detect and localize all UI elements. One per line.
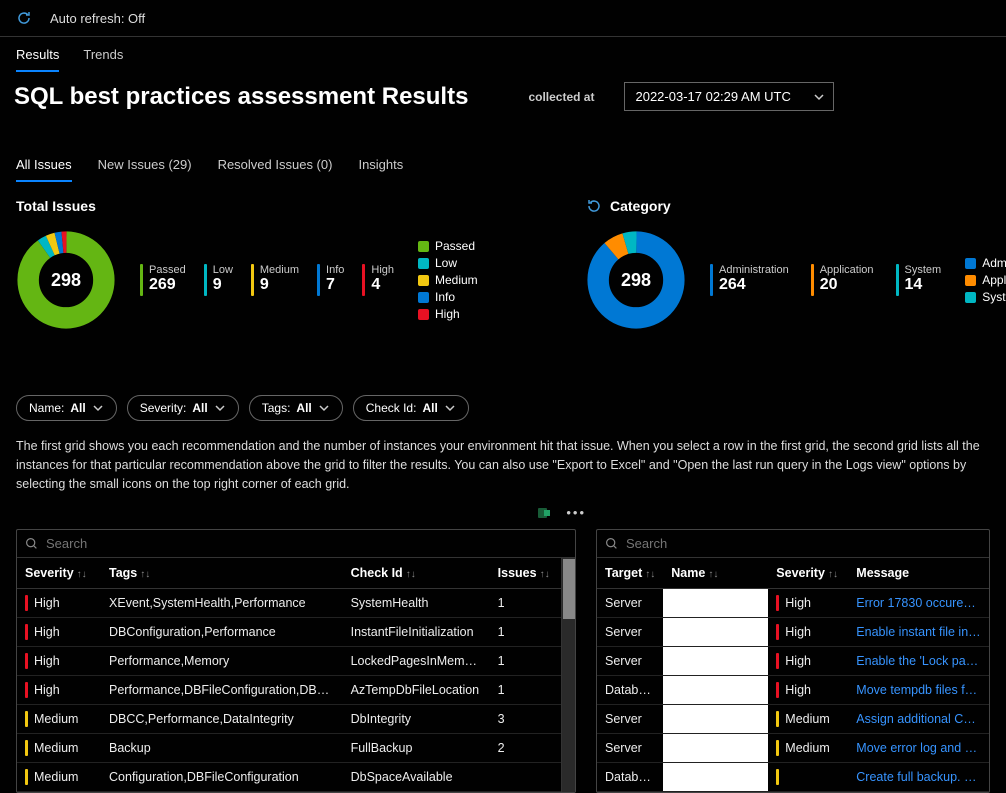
metric-administration: Administration264 (710, 264, 789, 296)
table-row[interactable]: Medium DBCC,Performance,DataIntegrity Db… (17, 705, 561, 734)
table-row[interactable]: Database Create full backup. Last (597, 763, 989, 792)
table-row[interactable]: High Performance,Memory LockedPagesInMem… (17, 647, 561, 676)
chevron-down-icon (318, 402, 330, 414)
col-severity2[interactable]: Severity (776, 566, 825, 580)
table-row[interactable]: Server Medium Move error log and defa (597, 734, 989, 763)
filter-tags[interactable]: Tags: All (249, 395, 343, 421)
subtab-new-issues[interactable]: New Issues (29) (98, 157, 192, 182)
metric-high: High4 (362, 264, 394, 296)
grid1-scrollbar[interactable] (561, 558, 575, 792)
table-row[interactable]: Database High Move tempdb files from (597, 676, 989, 705)
collected-at-label: collected at (528, 90, 594, 104)
tab-results[interactable]: Results (16, 47, 59, 72)
filter-name[interactable]: Name: All (16, 395, 117, 421)
chevron-down-icon (813, 91, 825, 103)
legend-passed: Passed (418, 239, 478, 253)
chevron-down-icon (214, 402, 226, 414)
table-row[interactable]: Server High Error 17830 occured 1 tim (597, 589, 989, 618)
filter-checkid[interactable]: Check Id: All (353, 395, 469, 421)
table-row[interactable]: Server High Enable the 'Lock pages in (597, 647, 989, 676)
refresh-icon[interactable] (16, 10, 32, 26)
metric-medium: Medium9 (251, 264, 299, 296)
category-donut-total: 298 (586, 230, 686, 330)
legend-high: High (418, 307, 478, 321)
table-row[interactable]: High Performance,DBFileConfiguration,DBC… (17, 676, 561, 705)
legend-system: System (965, 290, 1006, 304)
help-text: The first grid shows you each recommenda… (0, 421, 1006, 501)
subtab-resolved-issues[interactable]: Resolved Issues (0) (218, 157, 333, 182)
chevron-down-icon (444, 402, 456, 414)
table-row[interactable]: Medium Configuration,DBFileConfiguration… (17, 763, 561, 792)
col-message[interactable]: Message (856, 566, 909, 580)
category-donut-chart: 298 (586, 230, 686, 330)
export-excel-icon[interactable] (536, 505, 552, 521)
subtab-insights[interactable]: Insights (358, 157, 403, 182)
severity-donut-total: 298 (16, 230, 116, 330)
recommendations-grid: Severity↑↓ Tags↑↓ Check Id↑↓ Issues↑↓ Hi… (16, 529, 576, 793)
table-row[interactable]: Server Medium Assign additional CPUs t (597, 705, 989, 734)
grid1-search-input[interactable] (46, 536, 567, 551)
col-name[interactable]: Name (671, 566, 705, 580)
legend-medium: Medium (418, 273, 478, 287)
search-icon (605, 537, 618, 550)
metric-info: Info7 (317, 264, 344, 296)
col-issues[interactable]: Issues (498, 566, 537, 580)
col-tags[interactable]: Tags (109, 566, 137, 580)
col-target[interactable]: Target (605, 566, 642, 580)
table-row[interactable]: High DBConfiguration,Performance Instant… (17, 618, 561, 647)
legend-applic: Applic (965, 273, 1006, 287)
grid2-search-input[interactable] (626, 536, 981, 551)
page-title: SQL best practices assessment Results (14, 83, 468, 111)
tab-trends[interactable]: Trends (83, 47, 123, 72)
total-issues-heading: Total Issues (16, 198, 566, 214)
instances-grid: Target↑↓ Name↑↓ Severity↑↓ Message Serve… (596, 529, 990, 793)
more-icon[interactable]: ••• (566, 505, 586, 521)
severity-donut-chart: 298 (16, 230, 116, 330)
category-heading: Category (610, 198, 671, 214)
filter-severity[interactable]: Severity: All (127, 395, 239, 421)
metric-low: Low9 (204, 264, 233, 296)
metric-system: System14 (896, 264, 942, 296)
subtab-all-issues[interactable]: All Issues (16, 157, 72, 182)
table-row[interactable]: High XEvent,SystemHealth,Performance Sys… (17, 589, 561, 618)
table-row[interactable]: Medium Backup FullBackup 2 (17, 734, 561, 763)
undo-icon[interactable] (586, 198, 602, 214)
auto-refresh-toggle[interactable]: Auto refresh: Off (50, 11, 145, 26)
col-severity[interactable]: Severity (25, 566, 74, 580)
metric-passed: Passed269 (140, 264, 186, 296)
collected-at-dropdown[interactable]: 2022-03-17 02:29 AM UTC (624, 82, 834, 111)
search-icon (25, 537, 38, 550)
metric-application: Application20 (811, 264, 874, 296)
table-row[interactable]: Server High Enable instant file initiali… (597, 618, 989, 647)
legend-low: Low (418, 256, 478, 270)
collected-at-value: 2022-03-17 02:29 AM UTC (635, 89, 790, 104)
col-checkid[interactable]: Check Id (351, 566, 403, 580)
chevron-down-icon (92, 402, 104, 414)
legend-info: Info (418, 290, 478, 304)
legend-admin: Admin (965, 256, 1006, 270)
